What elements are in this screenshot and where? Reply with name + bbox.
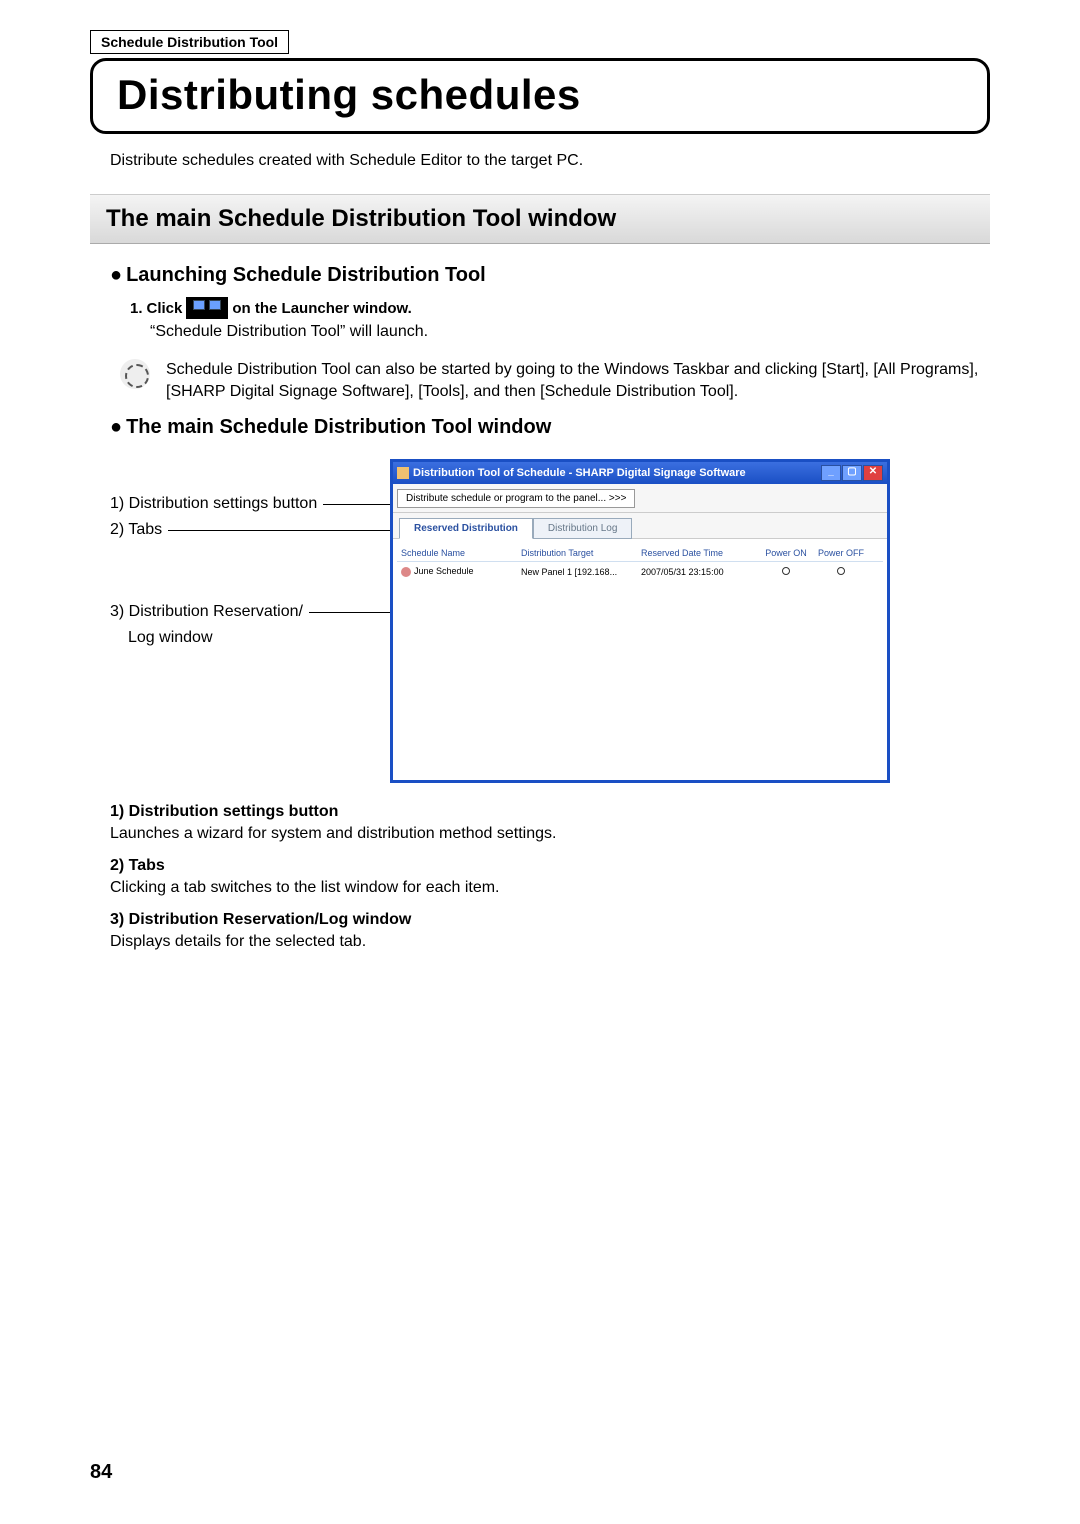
cell-power-off <box>811 567 871 577</box>
grid-header: Schedule Name Distribution Target Reserv… <box>397 545 883 562</box>
callout-2-label: 2) Tabs <box>110 521 162 539</box>
tab-strip: Reserved Distribution Distribution Log <box>393 513 887 539</box>
desc-3-body: Displays details for the selected tab. <box>110 933 990 951</box>
maximize-button[interactable]: ▢ <box>842 465 862 481</box>
callout-line <box>323 504 390 505</box>
col-schedule-name[interactable]: Schedule Name <box>401 548 521 558</box>
tab-distribution-log[interactable]: Distribution Log <box>533 518 632 539</box>
titlebar: Distribution Tool of Schedule - SHARP Di… <box>393 462 887 484</box>
callout-3-label-b: Log window <box>128 629 390 647</box>
note-block: Schedule Distribution Tool can also be s… <box>120 359 990 402</box>
step-number: 1. <box>130 300 143 317</box>
note-text: Schedule Distribution Tool can also be s… <box>166 359 990 402</box>
callout-diagram: 1) Distribution settings button 2) Tabs … <box>110 459 990 783</box>
cell-datetime: 2007/05/31 23:15:00 <box>641 567 761 577</box>
app-icon <box>397 467 409 479</box>
callout-3-label-a: 3) Distribution Reservation/ <box>110 603 303 621</box>
launch-heading: ●Launching Schedule Distribution Tool <box>110 264 990 287</box>
bullet-icon: ● <box>110 416 122 438</box>
desc-2-body: Clicking a tab switches to the list wind… <box>110 879 990 897</box>
mainwin-heading-text: The main Schedule Distribution Tool wind… <box>126 416 551 438</box>
desc-1-heading: 1) Distribution settings button <box>110 803 990 821</box>
col-power-on[interactable]: Power ON <box>761 548 811 558</box>
callout-line <box>309 612 390 613</box>
callout-1-label: 1) Distribution settings button <box>110 495 317 513</box>
schedule-icon <box>401 567 411 577</box>
tab-reserved-distribution[interactable]: Reserved Distribution <box>399 518 533 539</box>
distribution-grid: Schedule Name Distribution Target Reserv… <box>393 539 887 780</box>
page-number: 84 <box>90 1461 112 1484</box>
step-pre-text: Click <box>147 300 183 317</box>
section-label-box: Schedule Distribution Tool <box>90 30 289 54</box>
desc-1-body: Launches a wizard for system and distrib… <box>110 825 990 843</box>
cell-target: New Panel 1 [192.168... <box>521 567 641 577</box>
circle-icon <box>782 567 790 575</box>
section-banner: The main Schedule Distribution Tool wind… <box>90 194 990 244</box>
mainwin-heading: ●The main Schedule Distribution Tool win… <box>110 416 990 439</box>
distribution-tool-launcher-icon <box>186 297 228 319</box>
callout-line <box>168 530 390 531</box>
circle-icon <box>837 567 845 575</box>
toolbar: Distribute schedule or program to the pa… <box>393 484 887 513</box>
page-title: Distributing schedules <box>117 71 963 119</box>
minimize-button[interactable]: _ <box>821 465 841 481</box>
launch-step: 1. Click on the Launcher window. <box>130 297 990 319</box>
app-window-screenshot: Distribution Tool of Schedule - SHARP Di… <box>390 459 890 783</box>
step-body: “Schedule Distribution Tool” will launch… <box>150 323 990 341</box>
distribute-settings-button[interactable]: Distribute schedule or program to the pa… <box>397 489 635 508</box>
cell-power-on <box>761 567 811 577</box>
intro-text: Distribute schedules created with Schedu… <box>110 152 990 170</box>
desc-2-heading: 2) Tabs <box>110 857 990 875</box>
col-reserved-date-time[interactable]: Reserved Date Time <box>641 548 761 558</box>
cell-schedule-name: June Schedule <box>401 566 521 577</box>
desc-3-heading: 3) Distribution Reservation/Log window <box>110 911 990 929</box>
window-title: Distribution Tool of Schedule - SHARP Di… <box>413 467 746 479</box>
tip-icon <box>120 359 150 389</box>
col-distribution-target[interactable]: Distribution Target <box>521 548 641 558</box>
close-button[interactable]: ✕ <box>863 465 883 481</box>
step-post-text: on the Launcher window. <box>232 300 411 317</box>
bullet-icon: ● <box>110 264 122 286</box>
title-frame: Distributing schedules <box>90 58 990 134</box>
launch-heading-text: Launching Schedule Distribution Tool <box>126 264 486 286</box>
col-power-off[interactable]: Power OFF <box>811 548 871 558</box>
grid-row[interactable]: June Schedule New Panel 1 [192.168... 20… <box>397 562 883 580</box>
descriptions: 1) Distribution settings button Launches… <box>110 803 990 951</box>
